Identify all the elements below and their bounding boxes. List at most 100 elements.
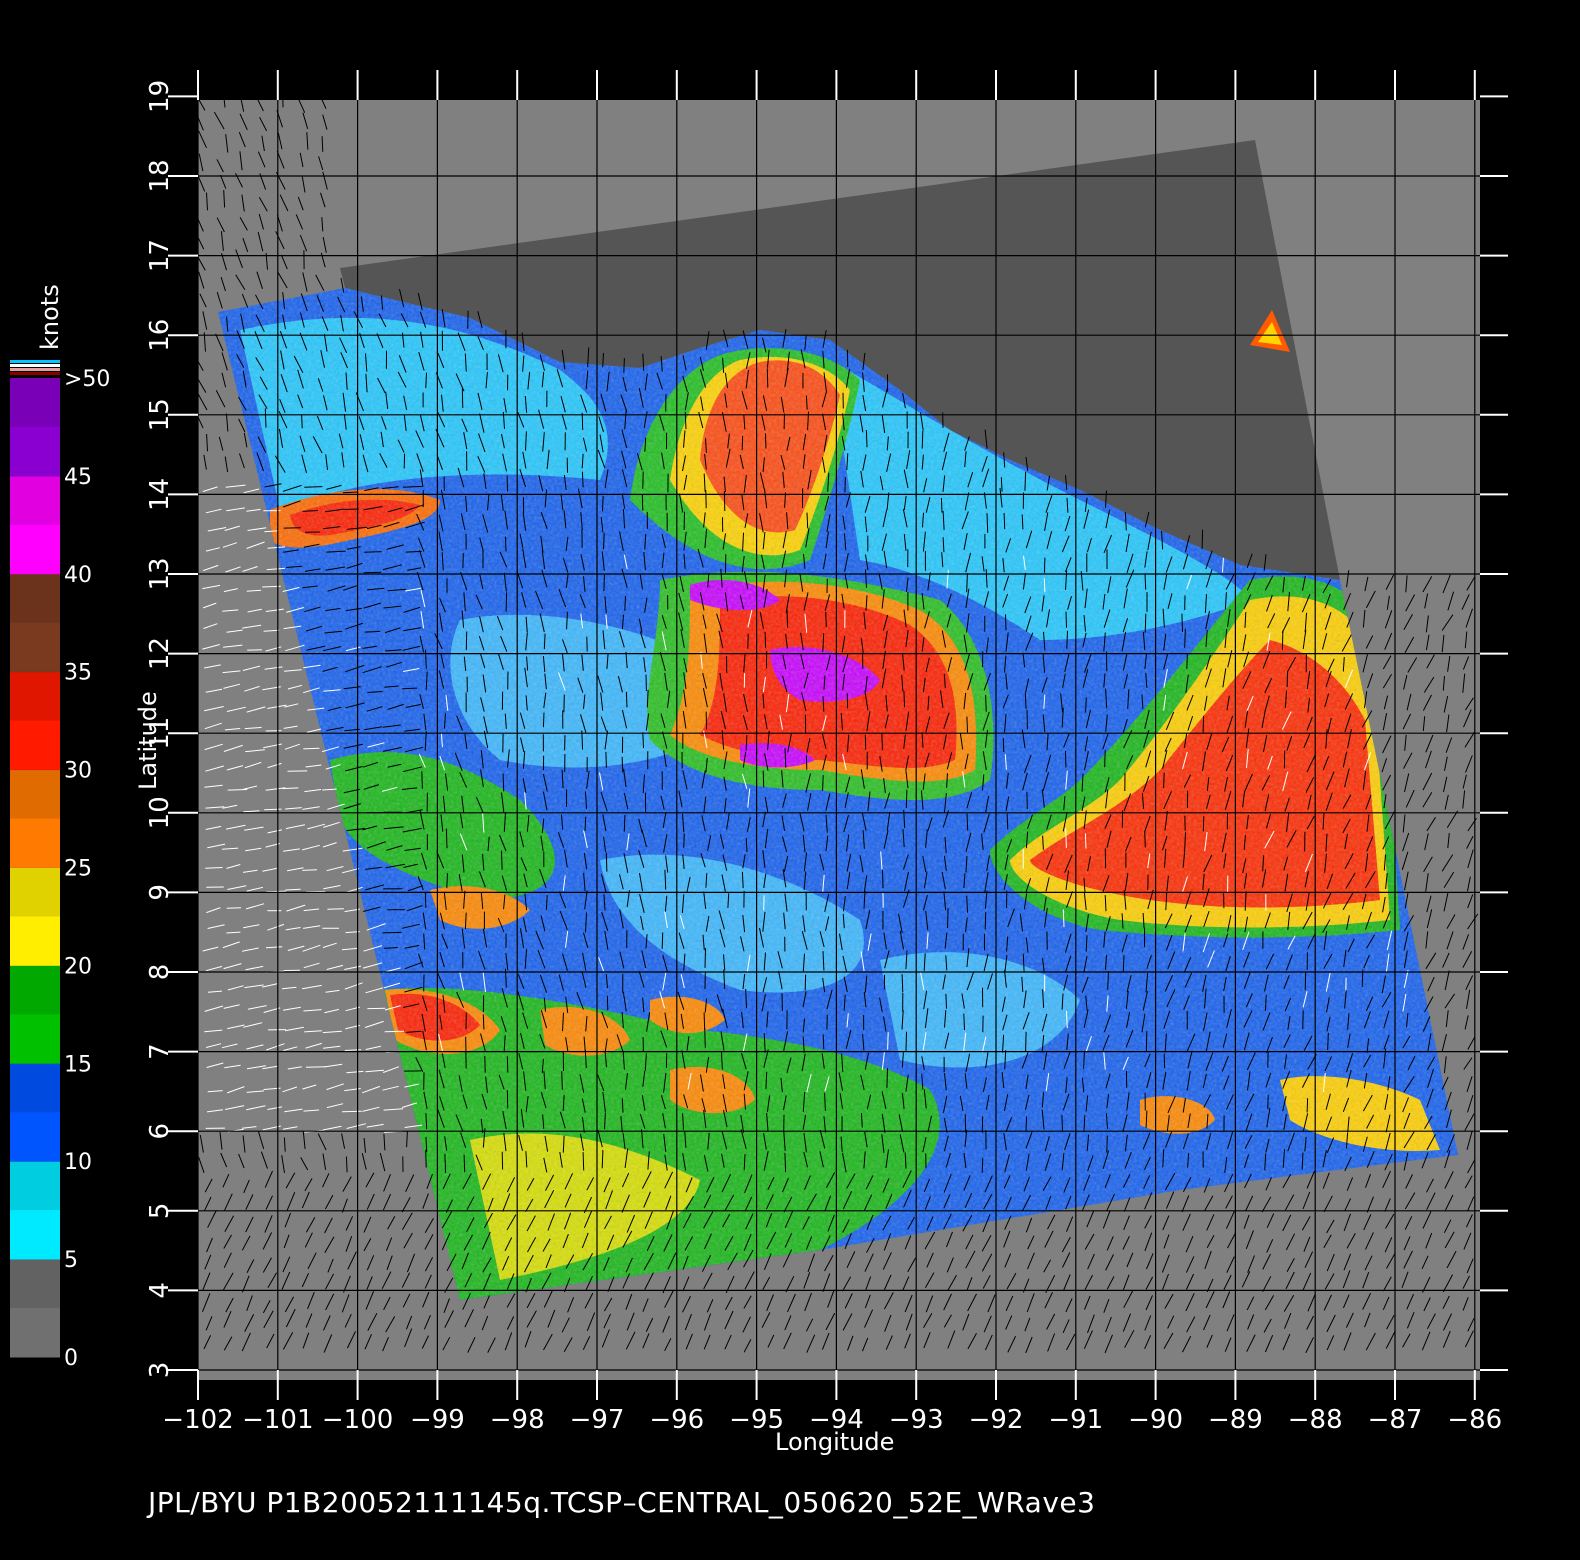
lat-tick-label: 14 [145,478,175,511]
lon-tick-label: −97 [570,1405,625,1435]
wind-vector [986,513,989,533]
colorbar-cap-stripe-1 [10,360,60,363]
wind-vector [302,869,318,871]
wind-vector [581,471,584,488]
colorbar-shade [10,378,60,427]
wind-vector [364,551,382,553]
wind-vector [345,1156,348,1173]
lon-tick-label: −92 [969,1405,1024,1435]
wind-vector [1122,955,1125,972]
wind-vector [945,993,947,1009]
wind-vector [1104,749,1106,768]
wind-vector [621,756,624,773]
lon-tick-label: −90 [1128,1405,1183,1435]
lon-tick-label: −89 [1208,1405,1263,1435]
wind-vector [1144,831,1146,848]
wind-speed-map: −102 −101 −100 −99 −98 −97 −96 −95 −94 −93 −92 −91−… [10,70,1508,1456]
wind-vector [266,890,287,893]
wind-vector [384,1030,405,1033]
colorbar-label: 25 [64,857,92,882]
wind-vector [542,712,545,728]
lat-tick-label: 17 [145,239,175,272]
wind-vector [425,1136,428,1153]
wind-vector [1144,573,1147,590]
wind-vector [905,789,908,809]
wind-vector [561,1071,563,1090]
wind-vector [1186,653,1188,669]
wind-vector [822,1034,825,1050]
wind-vector [506,1056,509,1073]
wind-vector [881,732,883,751]
wind-vector [305,1066,326,1068]
wind-vector [581,412,584,430]
wind-vector [505,536,507,552]
wind-vector [641,494,644,511]
wind-vector [621,1098,624,1113]
wind-vector [1181,613,1183,633]
wind-vector [446,873,448,889]
wind-vector [402,687,418,690]
wind-vector [966,813,969,831]
colorbar-shade [10,965,60,1015]
wind-vector [405,550,422,553]
image-caption: JPL/BYU P1B20052111145q.TCSP–CENTRAL_050… [148,1486,1096,1519]
wind-vector [1281,630,1284,651]
wind-vector [461,388,464,409]
wind-vector [1021,514,1024,530]
colorbar-label: 5 [64,1248,78,1273]
wind-vector [964,1114,967,1133]
wind-vector [226,907,242,909]
wind-vector [1306,1098,1309,1113]
lat-tick-label: 6 [145,1123,175,1140]
wind-vector [886,1068,888,1088]
colorbar-label: 15 [64,1052,92,1077]
wind-vector [363,571,382,574]
wind-vector [624,595,626,611]
wind-vector [822,775,824,791]
wind-vector [304,486,323,488]
wind-vector [844,477,846,493]
lat-tick-label: 12 [145,637,175,670]
wind-vector [966,572,968,593]
wind-vector [642,732,644,749]
lat-tick-label: 9 [145,884,175,901]
wind-speed-colorbar: knots 0 5 10 15 20 25 30 35 40 45 >50 [10,284,110,1371]
wind-vector [762,770,765,788]
wind-vector [1025,1116,1028,1131]
lon-tick-label: −91 [1048,1405,1103,1435]
wind-vector [623,358,625,373]
wind-vector [825,611,827,628]
wind-vector [806,512,809,529]
wind-vector [984,912,987,930]
colorbar-cap-stripe-4 [10,372,60,375]
wind-vector [1061,1114,1063,1132]
wind-vector [963,1013,965,1031]
wind-vector [764,631,767,649]
x-axis-title: Longitude [775,1428,894,1456]
wind-vector [966,716,968,733]
lat-tick-label: 18 [145,159,175,192]
wind-vector [1025,1031,1027,1052]
wind-vector [1201,529,1204,549]
lon-tick-label: −96 [649,1405,704,1435]
wind-vector [1202,715,1205,733]
wind-vector [505,592,508,612]
lat-tick-label: 8 [145,964,175,981]
wind-vector [321,136,324,152]
wind-vector [903,690,906,708]
colorbar-shade [10,1259,60,1309]
wind-vector [704,1027,706,1048]
lon-tick-label: −100 [322,1405,393,1435]
wind-vector [661,932,664,949]
colorbar-label: 45 [64,465,92,490]
wind-vector [1184,628,1186,648]
wind-vector [1043,578,1046,593]
lon-tick-label: −99 [410,1405,465,1435]
wind-vector [205,867,223,869]
wind-vector [905,1031,907,1051]
wind-vector [601,1149,604,1169]
colorbar-shade [10,1161,60,1211]
colorbar-title: knots [36,284,64,350]
wind-vector [382,931,402,934]
y-axis-title: Latitude [134,691,162,790]
